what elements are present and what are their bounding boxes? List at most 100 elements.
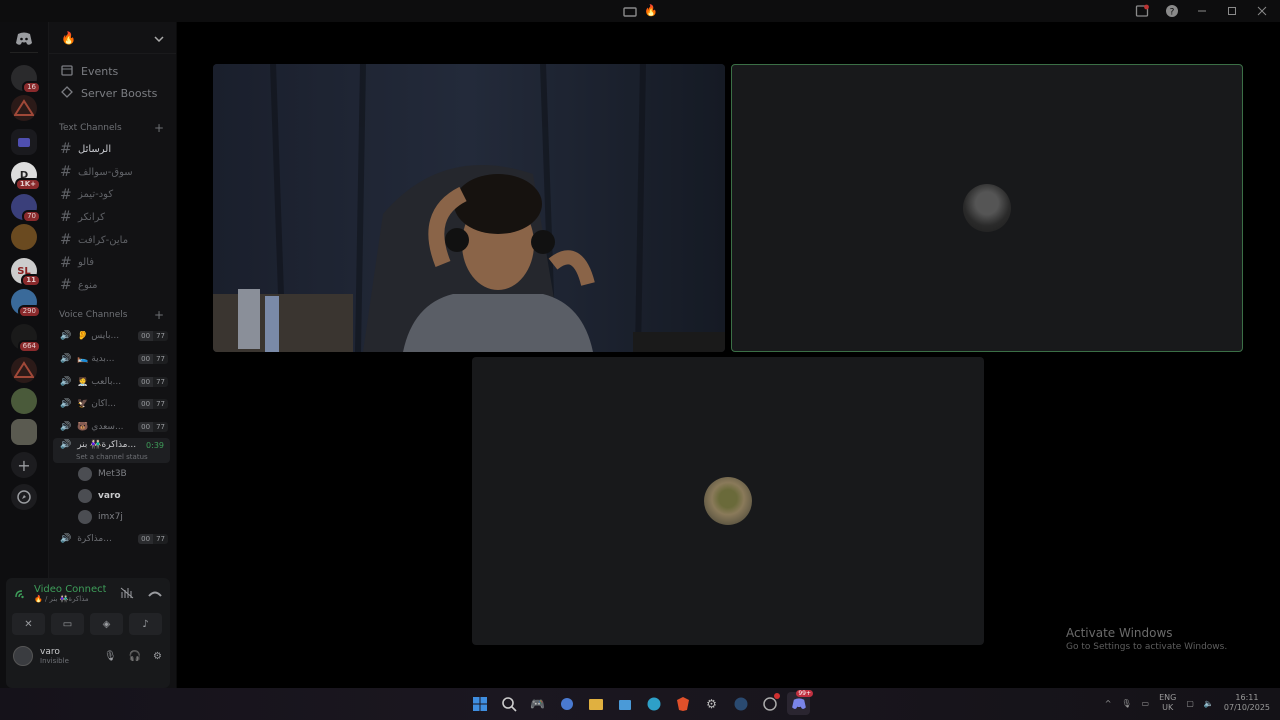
server-icon-4[interactable]: 70 (11, 194, 41, 223)
active-voice-channel[interactable]: 🔊 مذاكرة👫🏻 بنر... 0:39 Set a channel sta… (53, 438, 170, 464)
copilot-icon[interactable] (555, 692, 578, 715)
microphone-icon[interactable]: 🎙 (104, 651, 117, 662)
headphones-icon[interactable]: 🎧 (129, 651, 141, 662)
soundboard-icon: ♪ (142, 618, 149, 630)
channel-status-prompt[interactable]: Set a channel status (60, 453, 164, 461)
voice-channels-category[interactable]: Voice Channels + (49, 305, 176, 325)
participant-tile-2[interactable] (731, 64, 1243, 352)
soundboard-button[interactable]: ♪ (129, 613, 162, 635)
notification-app-icon[interactable] (758, 692, 781, 715)
maximize-icon[interactable] (1224, 3, 1240, 19)
voice-member[interactable]: Met3B (49, 463, 176, 485)
activate-title: Activate Windows (1066, 626, 1173, 640)
discord-home-icon[interactable] (11, 26, 37, 52)
discover-icon[interactable] (11, 484, 37, 510)
server-icon-9[interactable] (11, 357, 37, 383)
volume-icon[interactable]: 🔈 (1204, 699, 1214, 708)
text-channel-item[interactable]: # سوق-سوالف (49, 161, 176, 184)
disconnect-icon[interactable] (148, 584, 162, 603)
text-channel-item[interactable]: # كود-تيمز (49, 183, 176, 206)
add-channel-icon[interactable]: + (154, 308, 164, 322)
server-icon-10[interactable] (11, 388, 37, 414)
server-icon-3[interactable]: D 1K+ (11, 162, 41, 191)
text-channel-item[interactable]: # كرانكر (49, 206, 176, 229)
server-icon-7[interactable]: 290 (11, 289, 41, 318)
activate-subtitle: Go to Settings to activate Windows. (1066, 642, 1228, 652)
participant-tile-3[interactable] (472, 357, 984, 645)
channel-name: سوق-سوالف (78, 166, 133, 178)
inbox-icon[interactable] (1134, 3, 1150, 19)
server-icon-1[interactable]: 16 (11, 65, 41, 94)
voice-channel-item[interactable]: 🔊 🐻 سعدي... 00 77 (49, 416, 176, 439)
language-indicator[interactable]: ENG UK (1159, 693, 1176, 713)
calendar-icon (61, 64, 73, 79)
camera-feed-tile[interactable] (213, 64, 725, 352)
server-icon-11[interactable] (11, 419, 37, 445)
voice-channel-item[interactable]: 🔊 👂 بايس... 00 77 (49, 325, 176, 348)
voice-channel-item[interactable]: 🔊 🧑‍⚕️ بالعب... 00 77 (49, 370, 176, 393)
svg-text:?: ? (1170, 8, 1175, 18)
activity-button[interactable]: ◈ (90, 613, 123, 635)
voice-channel-item[interactable]: 🔊 🛌 بدية... 00 77 (49, 348, 176, 371)
voice-channel-item[interactable]: 🔊 مذاكرة... 00 77 (49, 528, 176, 551)
add-server-icon[interactable]: + (11, 452, 37, 478)
server-badge: 70 (22, 210, 41, 223)
voice-member[interactable]: imx7j (49, 506, 176, 528)
avatar (78, 467, 92, 481)
user-limit: 77 (153, 353, 168, 364)
guild-header[interactable]: 🔥 (49, 22, 176, 54)
start-button[interactable] (468, 692, 491, 715)
signal-icon (14, 584, 28, 603)
screen-share-button[interactable]: ▭ (51, 613, 84, 635)
connection-channel[interactable]: 🔥 / مذاكرة👫🏻 بنر (34, 595, 106, 603)
category-label: Voice Channels (59, 309, 128, 320)
member-name: Met3B (98, 469, 127, 479)
text-channel-item[interactable]: # منوع (49, 274, 176, 297)
speaker-icon: 🔊 (60, 353, 72, 364)
server-icon-6[interactable]: SL 11 (11, 258, 41, 287)
steam-icon[interactable] (729, 692, 752, 715)
avatar (963, 184, 1011, 232)
camera-off-icon: ✕ (24, 618, 33, 630)
voice-channel-item[interactable]: 🔊 🦅 اكان... 00 77 (49, 393, 176, 416)
edge-icon[interactable] (642, 692, 665, 715)
discord-taskbar-icon[interactable]: 99+ (787, 690, 813, 715)
hashtag-icon: # (60, 209, 72, 226)
help-icon[interactable]: ? (1164, 3, 1180, 19)
camera-off-button[interactable]: ✕ (12, 613, 45, 635)
file-explorer-icon[interactable] (584, 692, 607, 715)
server-icon-5[interactable] (11, 224, 37, 250)
close-icon[interactable] (1254, 3, 1270, 19)
server-icon-8[interactable]: 664 (11, 324, 41, 353)
display-icon[interactable]: ▢ (1186, 699, 1194, 708)
microphone-icon[interactable]: 🎙 (1121, 699, 1131, 708)
settings-gear-icon[interactable]: ⚙ (153, 651, 162, 662)
noise-suppression-icon[interactable] (120, 584, 134, 603)
clock[interactable]: 16:11 07/10/2025 (1224, 693, 1270, 713)
tablet-icon[interactable]: ▭ (1142, 699, 1150, 708)
brave-icon[interactable] (671, 692, 694, 715)
voice-member[interactable]: varo (49, 485, 176, 507)
taskbar-badge: 99+ (796, 690, 813, 697)
text-channel-item[interactable]: # الرسائل (49, 138, 176, 161)
chevron-up-icon[interactable]: ^ (1105, 699, 1112, 708)
minimize-icon[interactable] (1194, 3, 1210, 19)
server-badge: 11 (21, 274, 41, 287)
server-folder-icon[interactable] (11, 129, 37, 155)
add-channel-icon[interactable]: + (154, 121, 164, 135)
avatar[interactable] (13, 646, 33, 666)
store-icon[interactable] (613, 692, 636, 715)
server-icon-2[interactable] (11, 95, 37, 121)
hashtag-icon: # (60, 232, 72, 249)
text-channels-category[interactable]: Text Channels + (49, 118, 176, 138)
connection-status[interactable]: Video Connected (34, 584, 106, 595)
game-controller-icon[interactable]: 🎮 (526, 692, 549, 715)
search-icon[interactable] (497, 692, 520, 715)
events-link[interactable]: Events (49, 60, 176, 82)
text-channel-item[interactable]: # فالو (49, 251, 176, 274)
speaker-icon: 🔊 (60, 421, 72, 432)
text-channel-item[interactable]: # ماين-كرافت (49, 229, 176, 252)
hashtag-icon: # (60, 141, 72, 158)
settings-gear-icon[interactable]: ⚙ (700, 692, 723, 715)
server-boosts-link[interactable]: Server Boosts (49, 82, 176, 104)
